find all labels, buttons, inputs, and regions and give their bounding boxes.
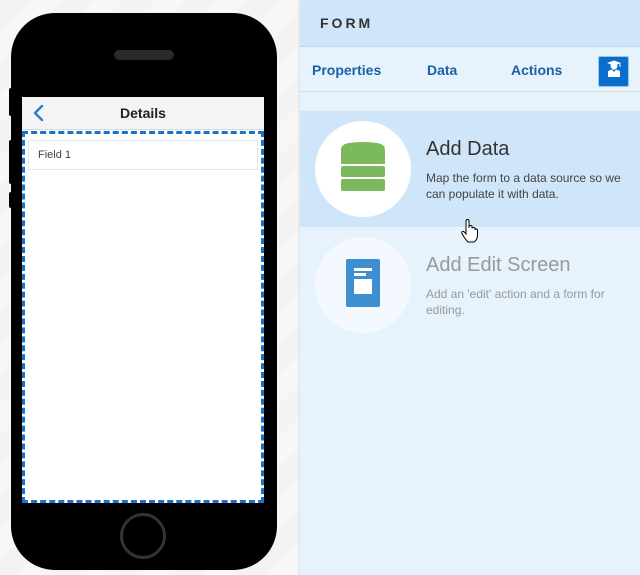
panel-tabs: Properties Data Actions [300, 47, 640, 92]
graduate-icon [606, 60, 622, 83]
screen-title: Details [120, 105, 166, 121]
tab-data[interactable]: Data [427, 62, 457, 78]
phone-screen: Details Field 1 [22, 97, 264, 503]
add-data-icon-circle [315, 121, 411, 217]
screen-nav-bar: Details [22, 97, 264, 130]
add-edit-screen-title: Add Edit Screen [426, 254, 571, 276]
add-edit-screen-icon-circle [315, 237, 411, 333]
phone-frame: Details Field 1 [11, 13, 277, 570]
tab-graduate-button[interactable] [598, 56, 629, 87]
document-icon [346, 258, 380, 312]
form-drop-area[interactable]: Field 1 [22, 131, 264, 503]
tab-properties[interactable]: Properties [312, 62, 381, 78]
back-chevron-icon[interactable] [32, 104, 46, 122]
phone-preview-area: Details Field 1 [0, 0, 298, 575]
tab-actions[interactable]: Actions [511, 62, 562, 78]
form-panel: FORM Properties Data Actions Add Data Ma… [298, 0, 640, 575]
panel-title: FORM [320, 15, 374, 31]
add-data-description: Map the form to a data source so we can … [426, 171, 621, 201]
phone-speaker [114, 50, 174, 60]
phone-home-button [120, 513, 166, 559]
add-edit-screen-description: Add an 'edit' action and a form for edit… [426, 287, 605, 317]
action-cards: Add Data Map the form to a data source s… [300, 111, 640, 343]
add-edit-screen-card[interactable]: Add Edit Screen Add an 'edit' action and… [300, 227, 640, 343]
panel-header: FORM [300, 0, 640, 47]
form-field-label: Field 1 [38, 149, 72, 161]
database-icon [341, 141, 385, 197]
add-data-card[interactable]: Add Data Map the form to a data source s… [300, 111, 640, 227]
form-field[interactable]: Field 1 [28, 140, 258, 170]
add-data-title: Add Data [426, 138, 510, 160]
